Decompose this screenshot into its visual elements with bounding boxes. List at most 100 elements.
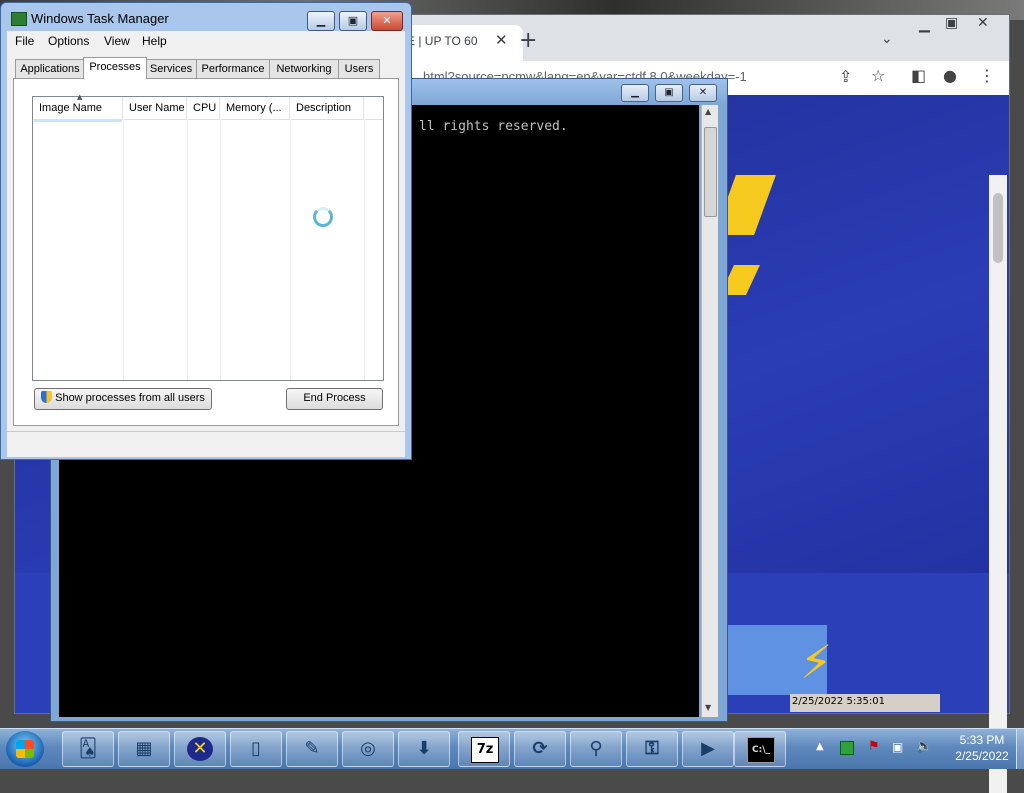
sync-icon: ⟳ bbox=[532, 738, 548, 759]
scroll-down-icon[interactable]: ▼ bbox=[705, 703, 711, 712]
remote-icon: ⚿ bbox=[645, 738, 659, 759]
taskbar-app-button[interactable]: 7z bbox=[458, 731, 510, 767]
close-icon[interactable]: ✕ bbox=[977, 15, 989, 31]
process-list[interactable]: Image Name User Name CPU Memory (... Des… bbox=[32, 93, 384, 381]
close-icon[interactable]: ✕ bbox=[689, 84, 717, 102]
taskbar: 🂡 ▦ ✕ ▯ ✎ ◎ ⬇ 7z ⟳ ⚲ ⚿ ▶ C:\_ ▲ ⚑ ▣ 🔈 5:33 PM 2/25/2… bbox=[0, 728, 1024, 769]
task-manager-icon bbox=[11, 12, 27, 26]
media-player-icon: ▶ bbox=[701, 738, 715, 759]
show-all-users-button[interactable]: Show processes from all users bbox=[34, 388, 212, 410]
table-row[interactable] bbox=[34, 120, 122, 122]
tab-processes[interactable]: Processes bbox=[83, 57, 147, 79]
column-divider bbox=[364, 119, 365, 380]
status-line: 2/25/2022 5:35:01 bbox=[790, 694, 940, 712]
seven-zip-icon: 7z bbox=[471, 737, 499, 763]
taskbar-app-button[interactable]: C:\_ bbox=[734, 731, 786, 767]
process-list-header: Image Name User Name CPU Memory (... Des… bbox=[33, 97, 383, 120]
status-bar bbox=[7, 431, 405, 456]
network-icon[interactable]: ▣ bbox=[892, 741, 904, 753]
uac-shield-icon bbox=[41, 391, 53, 403]
taskbar-app-button[interactable]: ▶ bbox=[682, 731, 734, 767]
scroll-thumb[interactable] bbox=[704, 127, 717, 217]
column-user-name[interactable]: User Name bbox=[123, 97, 187, 119]
bookmark-star-icon[interactable]: ☆ bbox=[871, 66, 885, 85]
column-divider bbox=[123, 119, 124, 380]
cmd-scrollbar[interactable]: ▲ ▼ bbox=[701, 105, 718, 717]
taskbar-app-button[interactable]: ⚲ bbox=[570, 731, 622, 767]
start-button[interactable] bbox=[6, 731, 44, 767]
taskbar-app-button[interactable]: ✕ bbox=[174, 731, 226, 767]
taskbar-app-button[interactable]: 🂡 bbox=[62, 731, 114, 767]
minimize-icon[interactable]: ▁ bbox=[307, 11, 335, 31]
new-tab-icon[interactable]: + bbox=[519, 28, 537, 53]
minimize-icon[interactable]: ▁ bbox=[621, 84, 649, 102]
console-text: ll rights reserved. bbox=[419, 119, 568, 134]
scroll-thumb[interactable] bbox=[993, 193, 1003, 263]
scroll-up-icon[interactable]: ▲ bbox=[705, 107, 711, 116]
taskbar-app-button[interactable]: ▯ bbox=[230, 731, 282, 767]
column-cpu[interactable]: CPU bbox=[187, 97, 220, 119]
side-panel-icon[interactable]: ◧ bbox=[911, 66, 926, 85]
tray-overflow-icon[interactable]: ▲ bbox=[816, 741, 824, 752]
more-menu-icon[interactable]: ⋮ bbox=[979, 66, 995, 85]
browser-scrollbar[interactable] bbox=[989, 175, 1007, 793]
tray-app-icon[interactable] bbox=[840, 741, 854, 755]
taskbar-app-button[interactable]: ⟳ bbox=[514, 731, 566, 767]
maximize-icon[interactable]: ▣ bbox=[945, 15, 958, 31]
tab-services[interactable]: Services bbox=[145, 59, 197, 78]
tab-performance[interactable]: Performance bbox=[196, 59, 270, 78]
show-all-users-label: Show processes from all users bbox=[55, 392, 205, 404]
cmd-icon: C:\_ bbox=[747, 737, 775, 763]
show-desktop-button[interactable] bbox=[1016, 729, 1024, 769]
status-line-text: 2/25/2022 5:35:01 bbox=[792, 696, 886, 707]
busy-cursor-icon bbox=[313, 207, 333, 227]
menu-help[interactable]: Help bbox=[142, 34, 167, 48]
task-manager-titlebar[interactable]: Windows Task Manager ▁ ▣ ✕ bbox=[1, 3, 411, 31]
column-memory[interactable]: Memory (... bbox=[220, 97, 290, 119]
task-manager-window[interactable]: Windows Task Manager ▁ ▣ ✕ File Options … bbox=[0, 2, 412, 460]
maximize-icon[interactable]: ▣ bbox=[339, 11, 367, 31]
taskbar-app-button[interactable]: ⬇ bbox=[398, 731, 450, 767]
menu-view[interactable]: View bbox=[104, 34, 130, 48]
menu-options[interactable]: Options bbox=[48, 34, 89, 48]
browser-tab-title: E | UP TO 60 bbox=[407, 34, 478, 48]
volume-icon[interactable]: 🔈 bbox=[916, 740, 932, 753]
tab-strip: Applications Processes Services Performa… bbox=[15, 57, 395, 79]
taskbar-app-button[interactable]: ◎ bbox=[342, 731, 394, 767]
windows-logo-icon bbox=[16, 740, 34, 758]
taskbar-app-button[interactable]: ⚿ bbox=[626, 731, 678, 767]
chevron-down-icon[interactable]: ⌄ bbox=[881, 31, 893, 47]
tab-networking[interactable]: Networking bbox=[269, 59, 339, 78]
tab-users[interactable]: Users bbox=[338, 59, 380, 78]
processes-panel: Image Name User Name CPU Memory (... Des… bbox=[13, 78, 399, 426]
tab-applications[interactable]: Applications bbox=[15, 59, 85, 78]
column-divider bbox=[290, 119, 291, 380]
lightning-icon: ⚡ bbox=[800, 635, 833, 689]
window-title: Windows Task Manager bbox=[31, 11, 169, 26]
taskbar-app-button[interactable]: ✎ bbox=[286, 731, 338, 767]
taskbar-app-button[interactable]: ▦ bbox=[118, 731, 170, 767]
browser-tab[interactable]: E | UP TO 60 ✕ bbox=[407, 25, 523, 61]
security-center-icon: ▦ bbox=[135, 738, 153, 759]
clock-time[interactable]: 5:33 PM bbox=[944, 733, 1020, 747]
task-manager-body: File Options View Help Applications Proc… bbox=[7, 31, 405, 457]
clock-date[interactable]: 2/25/2022 bbox=[944, 749, 1020, 763]
menu-file[interactable]: File bbox=[15, 34, 34, 48]
column-divider bbox=[187, 119, 188, 380]
magnifier-icon: ⚲ bbox=[589, 738, 603, 759]
minimize-icon[interactable]: ▁ bbox=[919, 17, 930, 33]
menu-bar: File Options View Help bbox=[7, 31, 405, 51]
close-icon[interactable]: ✕ bbox=[371, 11, 403, 31]
xming-icon: ✕ bbox=[187, 737, 213, 761]
tool-icon: ◎ bbox=[360, 738, 376, 759]
documents-icon: ▯ bbox=[251, 738, 261, 759]
profile-icon[interactable]: ● bbox=[943, 66, 957, 85]
end-process-button[interactable]: End Process bbox=[286, 388, 383, 410]
maximize-icon[interactable]: ▣ bbox=[655, 84, 683, 102]
close-tab-icon[interactable]: ✕ bbox=[495, 31, 508, 49]
sort-ascending-icon: ▲ bbox=[77, 93, 83, 101]
share-icon[interactable]: ⇪ bbox=[839, 67, 852, 86]
column-description[interactable]: Description bbox=[290, 97, 364, 119]
action-center-icon[interactable]: ⚑ bbox=[868, 740, 880, 753]
column-divider bbox=[220, 119, 221, 380]
